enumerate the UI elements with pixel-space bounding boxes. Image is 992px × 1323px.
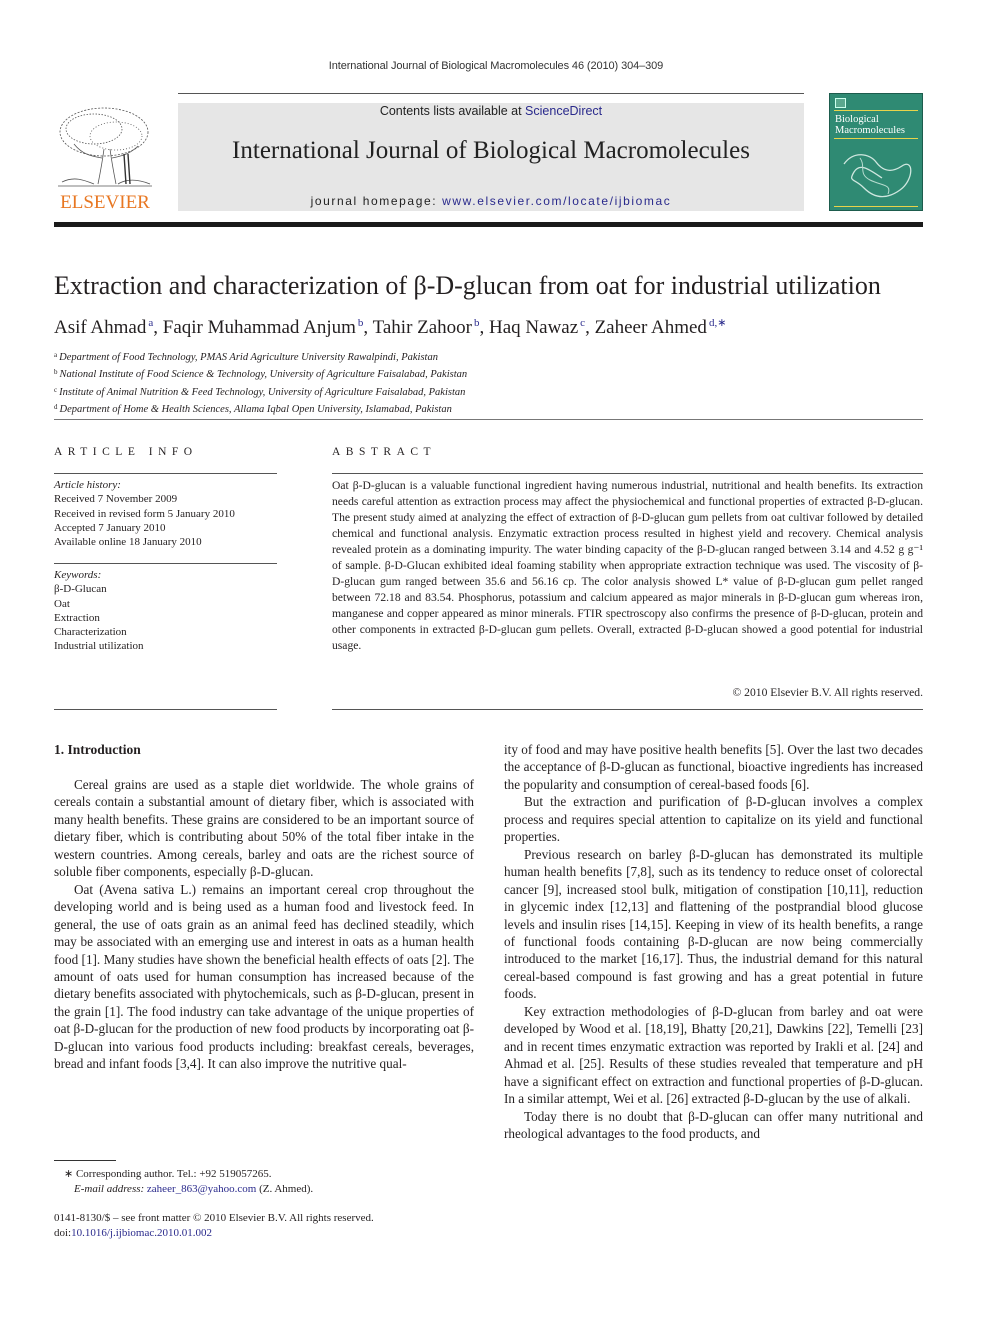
- keyword: Extraction: [54, 611, 100, 624]
- abstract-rule: [332, 709, 923, 710]
- section-divider: [54, 419, 923, 420]
- author-name: Zaheer Ahmed: [594, 317, 707, 338]
- affiliation-marker: a: [54, 351, 58, 359]
- header-thick-rule: [54, 222, 923, 227]
- homepage-prefix: journal homepage:: [310, 194, 443, 208]
- email-label: E-mail address:: [74, 1183, 147, 1195]
- corresponding-author-note: ∗ Corresponding author. Tel.: +92 519057…: [64, 1167, 313, 1197]
- abstract-heading: ABSTRACT: [332, 446, 437, 458]
- affiliation: c Institute of Animal Nutrition & Feed Te…: [54, 383, 467, 400]
- email-link[interactable]: zaheer_863@yahoo.com: [147, 1183, 256, 1195]
- author-name: Tahir Zahoor: [372, 317, 473, 338]
- running-head: International Journal of Biological Macr…: [328, 60, 664, 72]
- author-affiliation-marker[interactable]: b: [358, 317, 364, 329]
- author[interactable]: Faqir Muhammad Anjum b: [163, 317, 364, 338]
- author[interactable]: Tahir Zahoor b: [373, 317, 480, 338]
- journal-title: International Journal of Biological Macr…: [232, 137, 750, 164]
- article-info-rule: [54, 473, 277, 474]
- homepage-link[interactable]: www.elsevier.com/locate/ijbiomac: [442, 194, 671, 208]
- journal-banner: Contents lists available at ScienceDirec…: [178, 103, 804, 211]
- author-name: Faqir Muhammad Anjum: [162, 317, 356, 338]
- body-column-left: Cereal grains are used as a staple diet …: [54, 776, 474, 1073]
- keyword: Characterization: [54, 626, 127, 639]
- author-name: Haq Nawaz: [489, 317, 579, 338]
- cover-title-line2: Macromolecules: [835, 125, 905, 136]
- body-paragraph: Today there is no doubt that β-D-glucan …: [504, 1108, 923, 1141]
- cover-rule: [834, 138, 918, 139]
- author-affiliation-marker[interactable]: d,∗: [709, 317, 726, 329]
- elsevier-logo[interactable]: ELSEVIER: [54, 104, 156, 214]
- abstract-rule: [332, 473, 923, 474]
- cover-title-line1: Biological: [835, 114, 879, 125]
- author[interactable]: Haq Nawaz c: [489, 317, 585, 338]
- doi-line: doi:10.1016/j.ijbiomac.2010.01.002: [54, 1226, 374, 1241]
- elsevier-tree-icon: [58, 107, 152, 187]
- body-paragraph: Cereal grains are used as a staple diet …: [54, 777, 474, 880]
- article-history: Article history: Received 7 November 200…: [54, 478, 235, 549]
- history-item: Accepted 7 January 2010: [54, 521, 166, 534]
- doi-label: doi:: [54, 1227, 72, 1239]
- article-title: Extraction and characterization of β-D-g…: [54, 271, 881, 300]
- body-paragraph: ity of food and may have positive health…: [504, 742, 923, 792]
- front-matter: 0141-8130/$ – see front matter © 2010 El…: [54, 1211, 374, 1241]
- header-rule: [178, 93, 804, 94]
- protein-structure-icon: [843, 154, 912, 198]
- affiliation-marker: d: [54, 402, 58, 411]
- author-affiliation-marker[interactable]: a: [148, 317, 153, 329]
- keyword: Industrial utilization: [54, 640, 144, 653]
- body-column-right: ity of food and may have positive health…: [504, 741, 923, 1142]
- affiliation-marker: b: [54, 368, 58, 377]
- author-affiliation-marker[interactable]: c: [580, 317, 585, 329]
- keywords: Keywords: β-D-Glucan Oat Extraction Char…: [54, 568, 144, 654]
- abstract-text: Oat β-D-glucan is a valuable functional …: [332, 479, 923, 652]
- journal-homepage: journal homepage: www.elsevier.com/locat…: [178, 194, 804, 208]
- affiliation-text: Department of Food Technology, PMAS Arid…: [59, 352, 438, 363]
- article-info-rule: [54, 709, 277, 710]
- email-suffix: (Z. Ahmed).: [256, 1183, 314, 1195]
- author-name: Asif Ahmad: [54, 317, 147, 338]
- body-paragraph: Previous research on barley β-D-glucan h…: [504, 846, 923, 1002]
- elsevier-wordmark: ELSEVIER: [60, 192, 150, 213]
- keyword: Oat: [54, 597, 70, 610]
- affiliation: d Department of Home & Health Sciences, A…: [54, 400, 467, 417]
- footnote-rule: [54, 1160, 116, 1161]
- keywords-label: Keywords:: [54, 569, 102, 581]
- cover-rule: [834, 110, 918, 111]
- history-label: Article history:: [54, 479, 121, 491]
- history-item: Received in revised form 5 January 2010: [54, 507, 235, 520]
- corresponding-author: ∗ Corresponding author. Tel.: +92 519057…: [64, 1168, 272, 1180]
- history-item: Received 7 November 2009: [54, 493, 178, 506]
- body-paragraph: Oat (Avena sativa L.) remains an importa…: [54, 881, 474, 1072]
- body-paragraph: But the extraction and purification of β…: [504, 794, 923, 845]
- affiliation-text: National Institute of Food Science & Tec…: [59, 369, 468, 381]
- journal-cover-thumbnail[interactable]: Biological Macromolecules: [829, 93, 923, 211]
- contents-prefix: Contents lists available at: [379, 104, 526, 118]
- author[interactable]: Zaheer Ahmed d,∗: [595, 317, 727, 338]
- article-info-rule: [54, 563, 277, 564]
- body-paragraph: Key extraction methodologies of β-D-gluc…: [504, 1003, 923, 1107]
- cover-publisher-icon: [835, 98, 846, 108]
- abstract-copyright: © 2010 Elsevier B.V. All rights reserved…: [732, 686, 923, 699]
- affiliation: b National Institute of Food Science & Te…: [54, 365, 467, 382]
- cover-rule: [834, 206, 918, 207]
- cover-title: Biological Macromolecules: [835, 114, 905, 136]
- author-list: Asif Ahmad a, Faqir Muhammad Anjum b, Tahi…: [54, 317, 727, 338]
- doi-link[interactable]: 10.1016/j.ijbiomac.2010.01.002: [71, 1227, 212, 1239]
- section-heading-introduction: 1. Introduction: [54, 742, 141, 757]
- author-affiliation-marker[interactable]: b: [474, 317, 480, 329]
- contents-line: Contents lists available at ScienceDirec…: [178, 104, 804, 118]
- affiliation-marker: c: [54, 385, 58, 394]
- affiliation-text: Institute of Animal Nutrition & Feed Tec…: [59, 386, 466, 398]
- history-item: Available online 18 January 2010: [54, 536, 202, 549]
- affiliation: a Department of Food Technology, PMAS Ari…: [54, 348, 467, 365]
- sciencedirect-link[interactable]: ScienceDirect: [525, 104, 602, 118]
- affiliation-text: Department of Home & Health Sciences, Al…: [59, 403, 452, 415]
- email-line: E-mail address: zaheer_863@yahoo.com (Z.…: [64, 1182, 313, 1197]
- author[interactable]: Asif Ahmad a: [54, 317, 153, 338]
- front-matter-line: 0141-8130/$ – see front matter © 2010 El…: [54, 1212, 374, 1224]
- keyword: β-D-Glucan: [54, 583, 107, 596]
- article-info-heading: ARTICLE INFO: [54, 446, 198, 458]
- affiliation-list: a Department of Food Technology, PMAS Ari…: [54, 348, 467, 417]
